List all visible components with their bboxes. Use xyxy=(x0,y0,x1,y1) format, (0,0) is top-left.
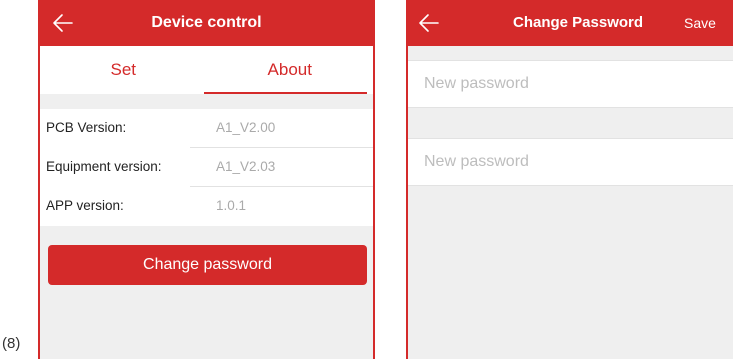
info-row-equipment-version: Equipment version: A1_V2.03 xyxy=(40,148,373,187)
info-row-pcb-version: PCB Version: A1_V2.00 xyxy=(40,109,373,148)
tab-bar: Set About xyxy=(40,46,373,94)
page-title: Device control xyxy=(151,14,262,31)
change-password-screen: Change Password Save xyxy=(406,0,733,359)
info-value: A1_V2.03 xyxy=(216,159,276,174)
info-label: PCB Version: xyxy=(46,120,127,135)
page-title: Change Password xyxy=(513,14,644,31)
confirm-password-field-container xyxy=(408,138,733,186)
top-bar: Device control xyxy=(40,0,373,46)
active-tab-indicator xyxy=(204,92,367,94)
info-label: APP version: xyxy=(46,198,124,213)
version-info-list: PCB Version: A1_V2.00 Equipment version:… xyxy=(40,109,373,226)
info-value: A1_V2.00 xyxy=(216,120,276,135)
device-control-screen: Device control Set About PCB Version: A1… xyxy=(38,0,375,359)
new-password-input[interactable] xyxy=(408,61,704,107)
back-arrow-icon[interactable] xyxy=(418,12,440,34)
figure-label: (8) xyxy=(2,335,21,352)
screenshot-canvas: (8) Device control Set About PCB Version… xyxy=(0,0,733,359)
info-value: 1.0.1 xyxy=(216,198,247,213)
save-button[interactable]: Save xyxy=(684,15,716,31)
top-bar: Change Password Save xyxy=(408,0,733,46)
info-row-app-version: APP version: 1.0.1 xyxy=(40,187,373,226)
tab-about[interactable]: About xyxy=(207,46,374,94)
confirm-password-input[interactable] xyxy=(408,139,704,185)
tab-set[interactable]: Set xyxy=(40,46,207,94)
new-password-field-container xyxy=(408,60,733,108)
change-password-button[interactable]: Change password xyxy=(48,245,367,285)
info-label: Equipment version: xyxy=(46,159,162,174)
